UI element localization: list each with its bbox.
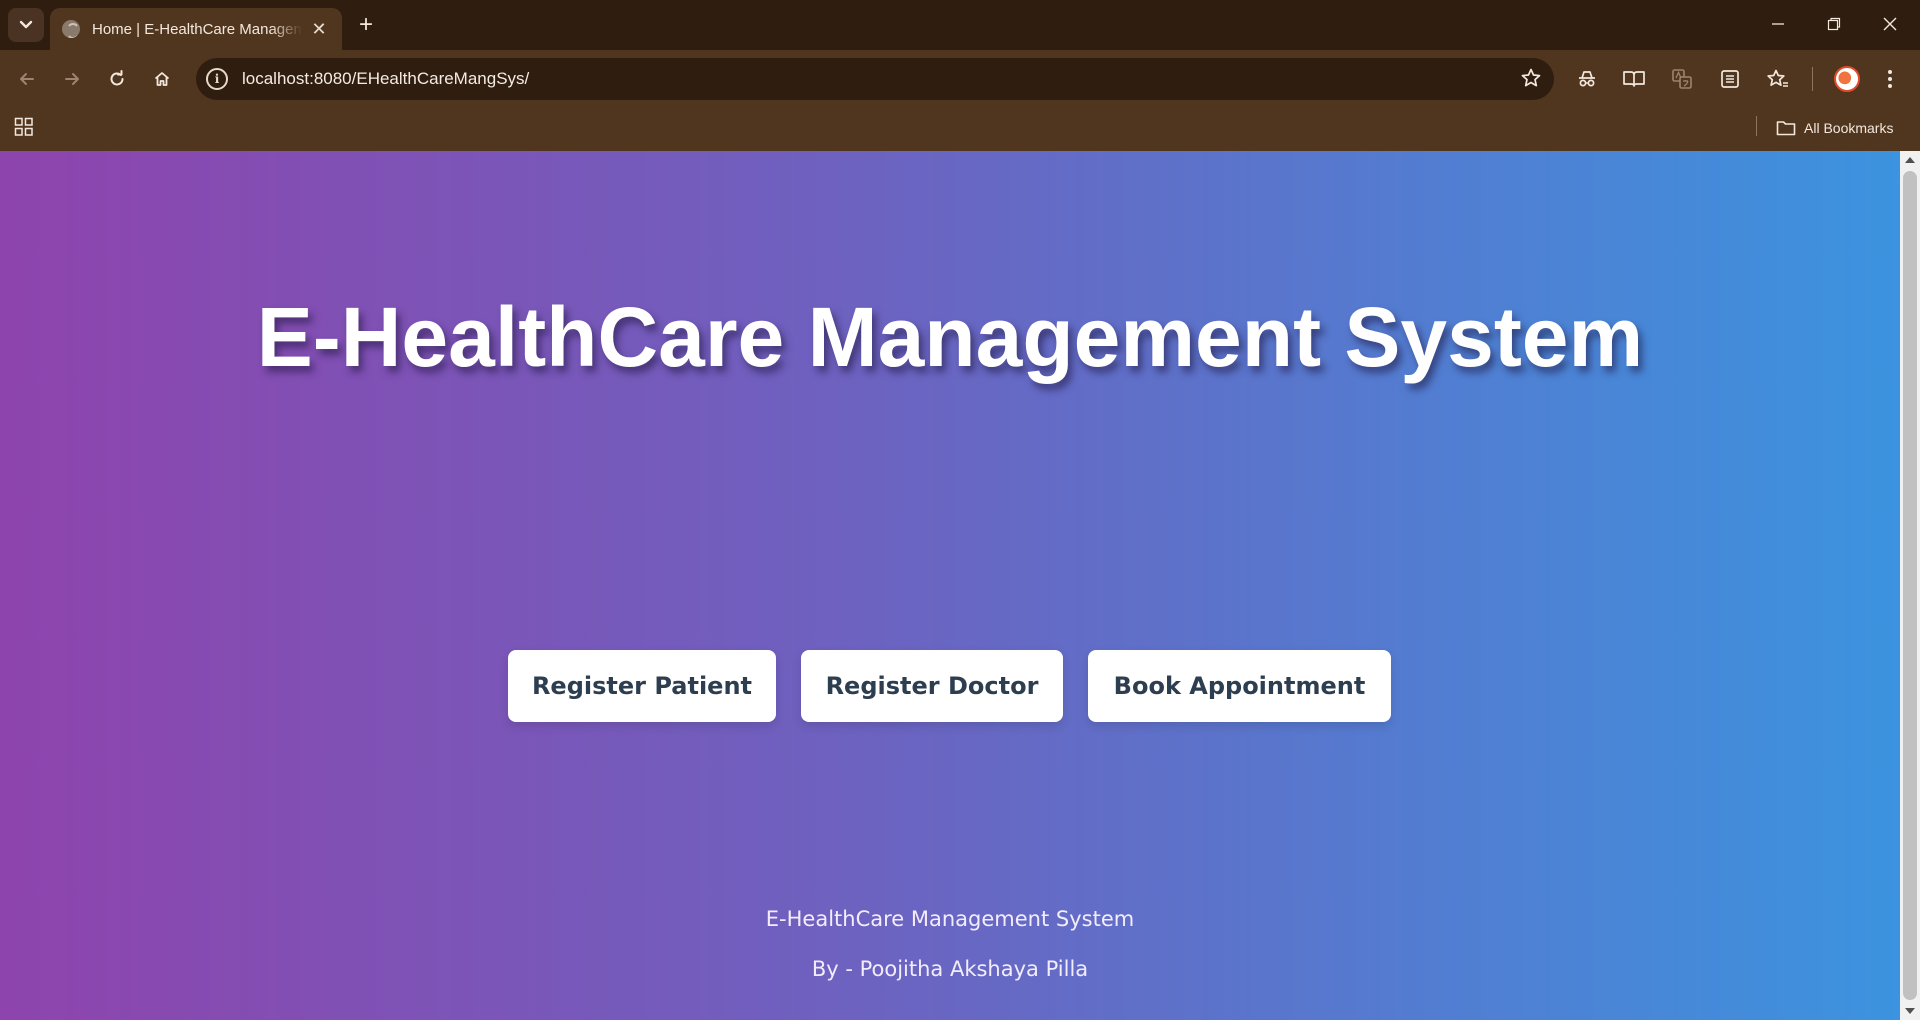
page-title: E-HealthCare Management System bbox=[256, 290, 1644, 384]
favorites-button[interactable] bbox=[1761, 62, 1795, 96]
arrow-right-icon bbox=[65, 73, 79, 85]
restore-icon bbox=[1827, 17, 1841, 31]
translate-icon bbox=[1672, 69, 1692, 89]
info-icon[interactable]: i bbox=[206, 68, 228, 90]
scroll-up-arrow-icon[interactable] bbox=[1905, 157, 1915, 163]
browser-menu-button[interactable] bbox=[1880, 64, 1900, 94]
vertical-scrollbar[interactable] bbox=[1900, 151, 1920, 1020]
tab-close-button[interactable]: ✕ bbox=[308, 18, 330, 40]
bookmarks-bar: All Bookmarks bbox=[0, 108, 1920, 151]
close-window-button[interactable] bbox=[1862, 0, 1918, 48]
incognito-extension-button[interactable] bbox=[1570, 62, 1604, 96]
register-patient-button[interactable]: Register Patient bbox=[508, 650, 776, 722]
scrollbar-thumb[interactable] bbox=[1903, 171, 1917, 1000]
folder-icon bbox=[1776, 121, 1796, 136]
all-bookmarks-label: All Bookmarks bbox=[1804, 120, 1894, 136]
book-appointment-button[interactable]: Book Appointment bbox=[1088, 650, 1391, 722]
reading-mode-button[interactable] bbox=[1617, 62, 1651, 96]
page-viewport: E-HealthCare Management System Register … bbox=[0, 151, 1900, 1020]
list-icon bbox=[1721, 70, 1739, 88]
browser-tab[interactable]: Home | E-HealthCare Management System ✕ bbox=[50, 8, 342, 50]
tab-strip: Home | E-HealthCare Management System ✕ … bbox=[0, 0, 1920, 50]
plus-icon: + bbox=[358, 11, 373, 38]
scroll-down-arrow-icon[interactable] bbox=[1905, 1008, 1915, 1014]
reading-list-button[interactable] bbox=[1713, 62, 1747, 96]
bookmark-star-button[interactable] bbox=[1520, 67, 1542, 94]
minimize-icon bbox=[1772, 23, 1784, 25]
tab-title: Home | E-HealthCare Management System bbox=[92, 20, 302, 38]
footer-author: By - Poojitha Akshaya Pilla bbox=[811, 957, 1089, 981]
translate-button[interactable] bbox=[1665, 62, 1699, 96]
address-bar[interactable]: i localhost:8080/EHealthCareMangSys/ bbox=[196, 58, 1554, 100]
restore-button[interactable] bbox=[1806, 0, 1862, 48]
close-icon: ✕ bbox=[311, 18, 327, 39]
book-open-icon bbox=[1623, 71, 1645, 87]
bookmarks-separator bbox=[1756, 116, 1757, 136]
chevron-down-icon bbox=[19, 20, 33, 29]
reload-icon bbox=[110, 70, 124, 86]
tab-search-button[interactable] bbox=[8, 8, 44, 42]
globe-icon bbox=[62, 20, 80, 38]
apps-button[interactable] bbox=[14, 117, 34, 142]
browser-toolbar: i localhost:8080/EHealthCareMangSys/ bbox=[0, 50, 1920, 108]
register-doctor-button[interactable]: Register Doctor bbox=[801, 650, 1063, 722]
toolbar-separator bbox=[1812, 67, 1813, 91]
back-button[interactable] bbox=[10, 62, 44, 96]
more-vertical-icon bbox=[1888, 70, 1892, 88]
home-icon bbox=[154, 72, 170, 86]
reload-button[interactable] bbox=[100, 62, 134, 96]
close-icon bbox=[1883, 17, 1897, 31]
forward-button[interactable] bbox=[55, 62, 89, 96]
arrow-left-icon bbox=[20, 73, 34, 85]
apps-grid-icon bbox=[14, 117, 33, 136]
home-button[interactable] bbox=[145, 62, 179, 96]
all-bookmarks-button[interactable]: All Bookmarks bbox=[1776, 116, 1893, 140]
footer-title: E-HealthCare Management System bbox=[765, 907, 1135, 931]
minimize-button[interactable] bbox=[1750, 0, 1806, 48]
url-text[interactable]: localhost:8080/EHealthCareMangSys/ bbox=[242, 69, 529, 89]
profile-avatar[interactable] bbox=[1834, 66, 1860, 92]
star-list-icon bbox=[1767, 69, 1788, 87]
new-tab-button[interactable]: + bbox=[352, 12, 380, 40]
star-icon bbox=[1521, 68, 1541, 87]
incognito-icon bbox=[1579, 71, 1595, 87]
